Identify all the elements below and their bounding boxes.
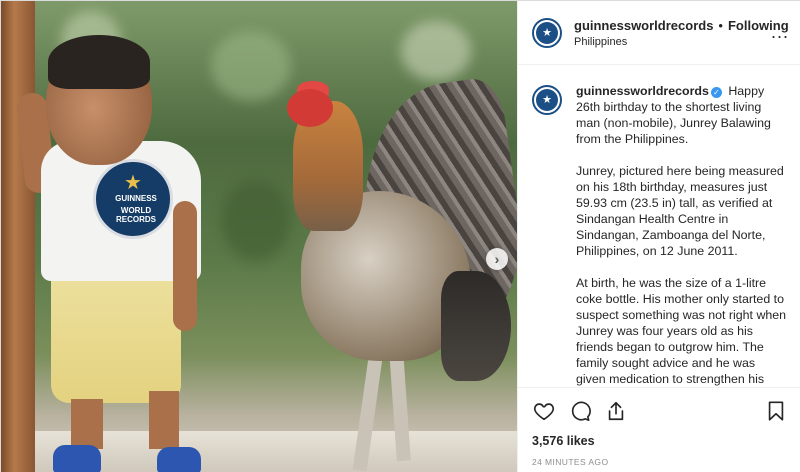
- shirt-logo-text-bottom: WORLD RECORDS: [115, 206, 156, 224]
- caption-text: guinnessworldrecords ✓ Happy 26th birthda…: [576, 83, 788, 387]
- likes-count[interactable]: 3,576 likes: [532, 434, 788, 448]
- star-icon: ★: [124, 172, 142, 194]
- chevron-right-icon: ›: [494, 251, 500, 267]
- share-icon: [608, 401, 624, 421]
- caption-avatar[interactable]: ★: [532, 85, 562, 115]
- caption-paragraph: guinnessworldrecords ✓ Happy 26th birthda…: [576, 83, 788, 147]
- guinness-logo-icon: ★: [536, 21, 558, 44]
- boy-leg: [71, 399, 103, 449]
- separator-dot: •: [718, 17, 723, 33]
- caption-username-link[interactable]: guinnessworldrecords: [576, 84, 709, 98]
- header-text: guinnessworldrecords • Following Philipp…: [574, 18, 789, 48]
- boy-hair: [48, 35, 150, 89]
- caption-row: ★ guinnessworldrecords ✓ Happy 26th birth…: [532, 83, 788, 387]
- header-username-link[interactable]: guinnessworldrecords: [574, 18, 713, 33]
- post-side-panel: ★ guinnessworldrecords • Following Phili…: [517, 1, 800, 472]
- verified-badge-icon: ✓: [710, 87, 722, 98]
- rooster-head: [287, 89, 333, 127]
- boy-leg: [149, 391, 179, 449]
- carousel-next-button[interactable]: ›: [486, 248, 508, 270]
- share-button[interactable]: [604, 399, 628, 423]
- comment-button[interactable]: [568, 399, 592, 423]
- post-header: ★ guinnessworldrecords • Following Phili…: [518, 1, 800, 65]
- boy-shoe: [157, 447, 201, 472]
- boy-shorts: [51, 263, 181, 403]
- wooden-post: [1, 1, 35, 472]
- background-bokeh: [211, 31, 291, 101]
- caption-paragraph: Junrey, pictured here being measured on …: [576, 164, 784, 258]
- avatar[interactable]: ★: [532, 17, 562, 48]
- actions-area: 3,576 likes 24 MINUTES AGO: [518, 387, 800, 472]
- heart-icon: [533, 403, 555, 421]
- more-options-button[interactable]: ...: [771, 23, 789, 41]
- guinness-shirt-logo: ★ GUINNESS WORLD RECORDS: [93, 159, 173, 239]
- caption-paragraph: At birth, he was the size of a 1-litre c…: [576, 276, 787, 386]
- save-button[interactable]: [764, 399, 788, 423]
- comment-icon: [571, 401, 591, 421]
- bookmark-icon: [768, 401, 784, 421]
- shirt-logo-text-top: GUINNESS: [115, 194, 157, 203]
- more-options-icon: ...: [770, 22, 789, 42]
- post-timestamp[interactable]: 24 MINUTES AGO: [532, 457, 788, 467]
- caption-area[interactable]: ★ guinnessworldrecords ✓ Happy 26th birth…: [518, 65, 800, 387]
- instagram-post: ★ GUINNESS WORLD RECORDS › ★ guinnesswor…: [0, 0, 800, 472]
- location-link[interactable]: Philippines: [574, 36, 789, 48]
- like-button[interactable]: [532, 399, 556, 423]
- boy-arm: [173, 201, 197, 331]
- background-bokeh: [221, 181, 291, 261]
- header-line: guinnessworldrecords • Following: [574, 18, 789, 33]
- action-icons-row: [532, 398, 788, 424]
- guinness-logo-icon: ★: [536, 89, 558, 111]
- post-photo[interactable]: ★ GUINNESS WORLD RECORDS ›: [1, 1, 517, 472]
- background-bokeh: [401, 21, 471, 81]
- rooster-tail: [441, 271, 511, 381]
- boy-shoe: [53, 445, 101, 472]
